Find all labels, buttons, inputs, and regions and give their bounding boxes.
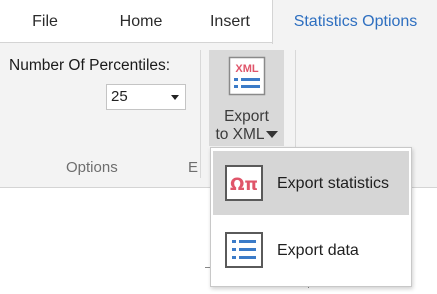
tab-insert[interactable]: Insert [198,0,262,42]
export-group-label: E [188,159,199,176]
percentiles-label: Number Of Percentiles: [9,57,171,74]
percentiles-select[interactable]: 25 [106,84,186,110]
tab-file[interactable]: File [22,0,68,42]
menu-item-export-statistics[interactable]: Ωπ Export statistics [213,151,409,215]
export-to-xml-button[interactable]: XML Export to XML [209,50,284,146]
dropdown-arrow-icon[interactable] [265,131,278,139]
menu-item-export-data[interactable]: Export data [213,218,409,282]
options-group-label: Options [66,159,118,176]
export-button-label-line2: to XML [209,126,284,144]
menu-item-label: Export data [277,242,359,259]
tab-statistics-options[interactable]: Statistics Options [272,0,437,44]
export-button-label-line1: Export [224,108,269,125]
xml-file-icon: XML [228,56,266,101]
group-separator [200,50,201,178]
svg-text:XML: XML [235,63,259,75]
omega-pi-icon: Ωπ [225,165,263,206]
percentiles-select-value: 25 [111,88,128,105]
export-dropdown-menu: Ωπ Export statistics Export data [210,147,412,287]
svg-text:Ωπ: Ωπ [230,175,258,195]
ribbon-tab-bar: File Home Insert Statistics Options [0,0,437,44]
menu-item-label: Export statistics [277,175,390,192]
tab-home[interactable]: Home [108,0,174,42]
list-icon [225,232,263,273]
caret-down-icon[interactable] [171,95,179,100]
